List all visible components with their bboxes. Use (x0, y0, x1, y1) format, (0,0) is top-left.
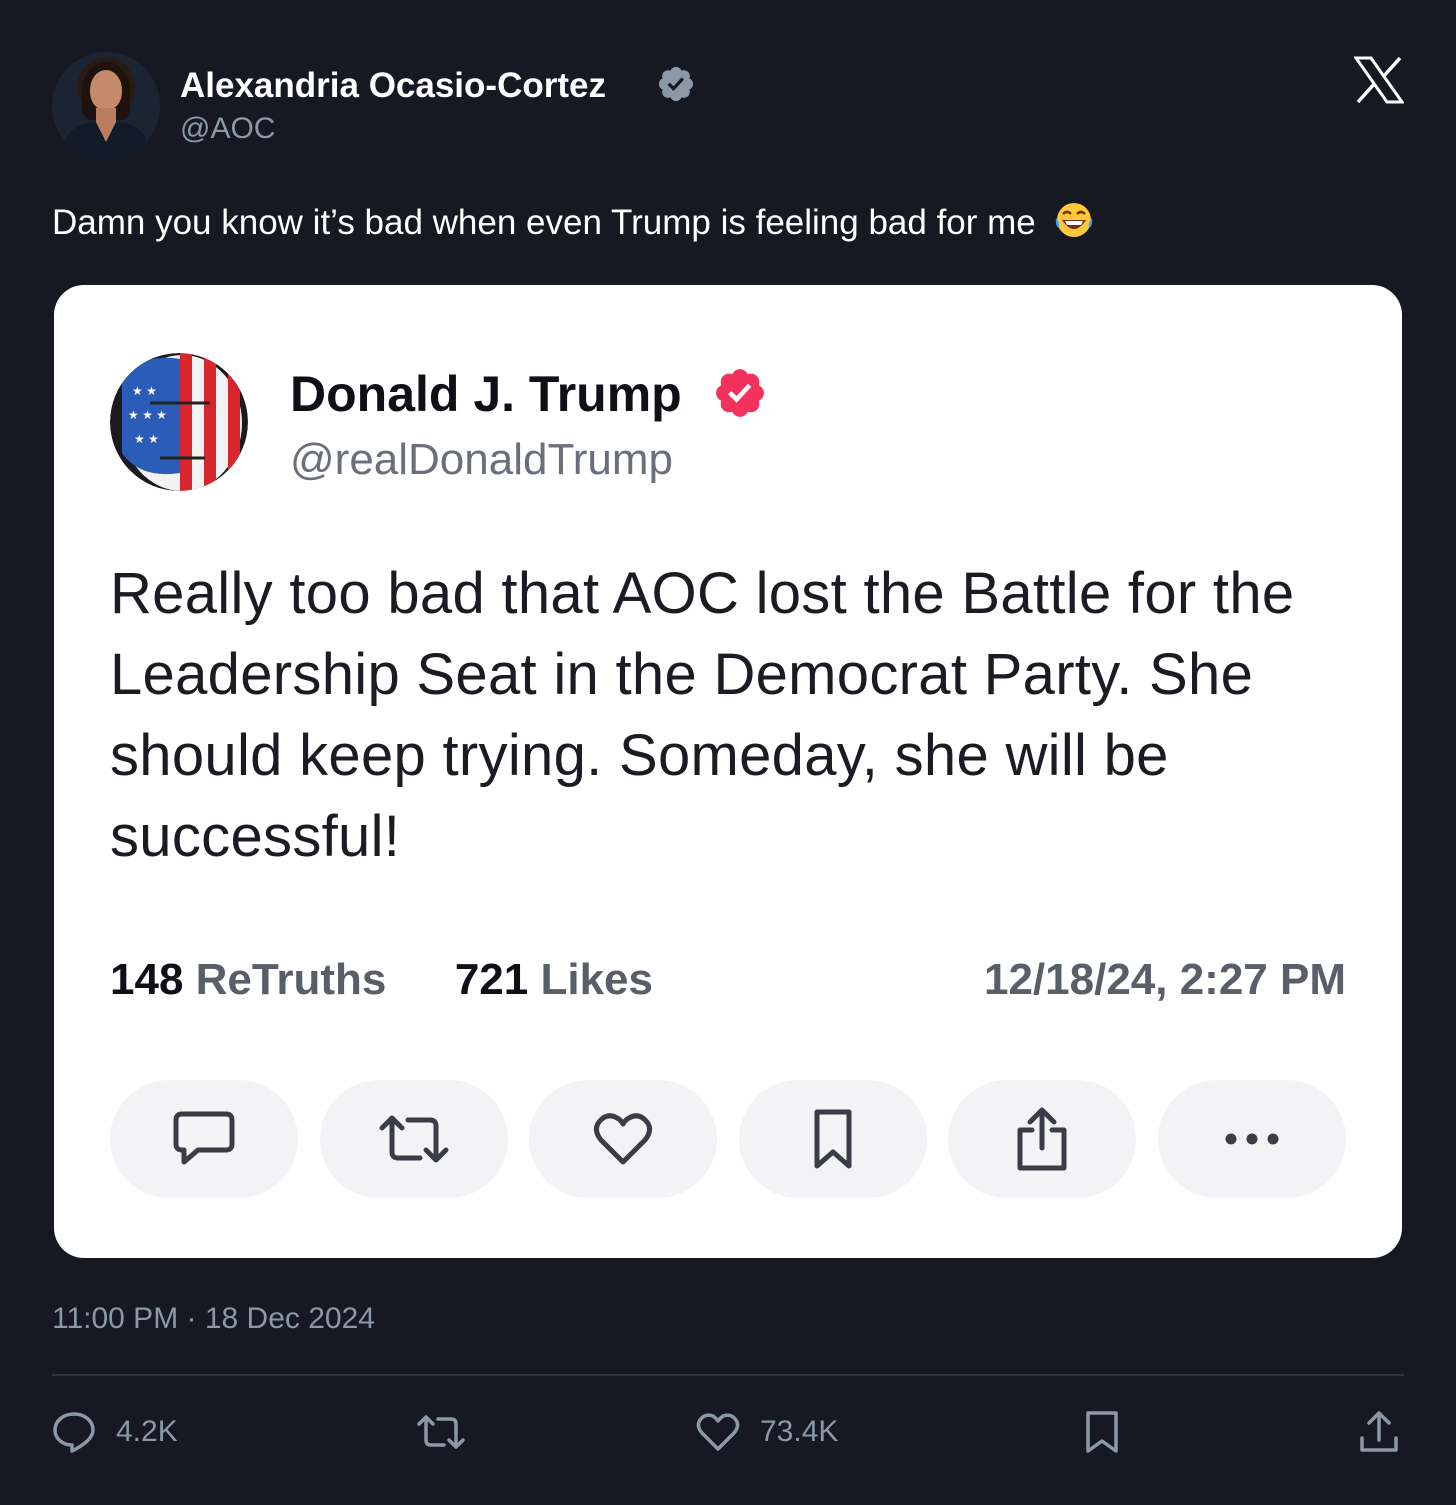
embedded-post-actions (110, 1080, 1346, 1198)
tweet-timestamp[interactable]: 11:00 PM · 18 Dec 2024 (52, 1302, 375, 1336)
embedded-post-timestamp: 12/18/24, 2:27 PM (983, 955, 1346, 1004)
bookmark-button[interactable] (1084, 1404, 1120, 1460)
embedded-author-name: Donald J. Trump (290, 366, 682, 422)
embedded-bookmark-button (738, 1080, 927, 1198)
like-icon (594, 1113, 653, 1165)
embedded-like-button (529, 1080, 718, 1198)
divider (52, 1374, 1404, 1376)
tweet-text: Damn you know it’s bad when even Trump i… (52, 200, 1094, 243)
tweet-header: Alexandria Ocasio-Cortez @AOC (52, 52, 1404, 162)
embedded-share-button (948, 1080, 1137, 1198)
embedded-author-handle: @realDonaldTrump (290, 435, 673, 484)
retruth-icon (379, 1115, 449, 1163)
author-avatar[interactable] (52, 52, 160, 160)
tweet-actions: 4.2K 73.4K (52, 1404, 1404, 1460)
heart-icon (696, 1413, 740, 1451)
embedded-retruth-button (319, 1080, 508, 1198)
svg-text:★ ★ ★: ★ ★ ★ (128, 408, 167, 422)
reply-button[interactable]: 4.2K (52, 1404, 178, 1460)
retruths-label: ReTruths (195, 955, 387, 1004)
svg-text:★ ★: ★ ★ (132, 384, 157, 398)
reply-icon (53, 1412, 95, 1453)
svg-text:★ ★: ★ ★ (134, 432, 159, 446)
author-handle[interactable]: @AOC (180, 112, 275, 146)
likes-label: Likes (540, 955, 653, 1004)
embedded-post-stats: 148 ReTruths 721 Likes (110, 955, 653, 1005)
share-icon (1017, 1107, 1067, 1171)
embedded-post-image[interactable]: ★ ★ ★ ★ ★ ★ ★ Donald J. Trump @realDonal… (54, 285, 1402, 1258)
verified-badge-icon (658, 66, 694, 102)
like-button[interactable]: 73.4K (696, 1404, 838, 1460)
share-icon (1360, 1411, 1398, 1452)
likes-count: 721 (454, 955, 529, 1004)
embedded-post-body: Really too bad that AOC lost the Battle … (110, 561, 1295, 869)
more-icon (1225, 1133, 1279, 1145)
retruths-count: 148 (110, 955, 184, 1004)
author-name[interactable]: Alexandria Ocasio-Cortez (180, 66, 606, 106)
embedded-more-button (1157, 1080, 1346, 1198)
bookmark-icon (814, 1109, 852, 1169)
reply-icon (173, 1111, 235, 1165)
tweet-text-content: Damn you know it’s bad when even Trump i… (52, 203, 1036, 242)
like-count: 73.4K (760, 1415, 839, 1448)
repost-icon (417, 1415, 465, 1449)
reply-count: 4.2K (116, 1415, 178, 1448)
embedded-reply-button (110, 1080, 298, 1198)
x-logo-icon[interactable] (1354, 56, 1404, 104)
bookmark-icon (1086, 1411, 1118, 1453)
repost-button[interactable] (416, 1404, 486, 1460)
share-button[interactable] (1358, 1404, 1400, 1460)
embedded-verified-badge-icon (716, 369, 764, 417)
embedded-author-avatar: ★ ★ ★ ★ ★ ★ ★ (110, 353, 248, 491)
laughing-tears-emoji-icon (1055, 203, 1092, 237)
